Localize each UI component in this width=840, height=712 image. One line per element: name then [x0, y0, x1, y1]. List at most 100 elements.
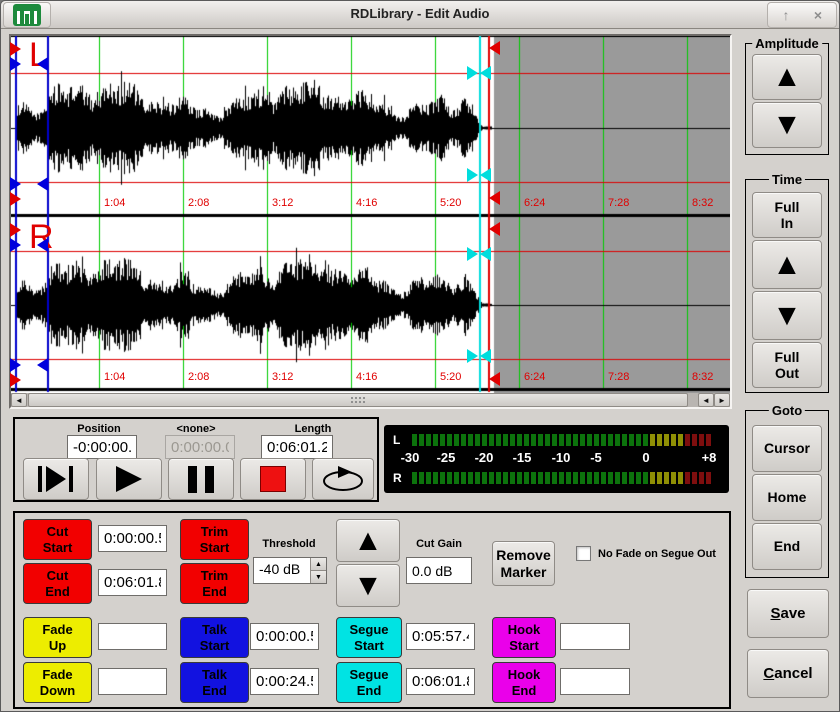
cut-end-button[interactable]: Cut End: [23, 563, 92, 604]
segue-end-button[interactable]: Segue End: [336, 662, 402, 703]
time-zoom-out-button[interactable]: ▼: [752, 291, 822, 340]
shade-button[interactable]: ↑: [774, 4, 798, 26]
cut-end-marker-icon[interactable]: [489, 191, 500, 205]
meter-segment: [489, 472, 494, 484]
cut-start-marker-icon[interactable]: [10, 42, 21, 56]
goto-cursor-button[interactable]: Cursor: [752, 425, 822, 472]
cut-end-marker-icon[interactable]: [489, 372, 500, 386]
waveform-display[interactable]: L R 1:042:083:124:165:206:247:288:32 1:0…: [11, 36, 730, 393]
time-full-in-button[interactable]: Full In: [752, 192, 822, 238]
talk-start-marker-icon[interactable]: [10, 238, 21, 252]
talk-start-field[interactable]: [250, 623, 319, 650]
threshold-value[interactable]: -40 dB: [254, 558, 310, 583]
cancel-button[interactable]: Cancel: [747, 649, 829, 698]
time-full-out-button[interactable]: Full Out: [752, 342, 822, 388]
meter-segment: [573, 472, 578, 484]
cut-start-marker-icon[interactable]: [10, 373, 21, 387]
cut-start-marker-icon[interactable]: [10, 223, 21, 237]
goto-home-button[interactable]: Home: [752, 474, 822, 521]
talk-start-button[interactable]: Talk Start: [180, 617, 249, 658]
talk-start-marker-icon[interactable]: [10, 57, 21, 71]
time-zoom-in-button[interactable]: ▲: [752, 240, 822, 289]
talk-start-marker-icon[interactable]: [10, 177, 21, 191]
segue-start-marker-icon[interactable]: [467, 349, 478, 363]
talk-end-button[interactable]: Talk End: [180, 662, 249, 703]
segue-start-marker-icon[interactable]: [480, 66, 491, 80]
hook-start-field[interactable]: [560, 623, 630, 650]
remove-marker-button[interactable]: Remove Marker: [492, 541, 555, 586]
gain-up-button[interactable]: ▲: [336, 519, 400, 562]
stop-button[interactable]: [240, 458, 306, 500]
close-button[interactable]: ×: [806, 4, 830, 26]
position-field[interactable]: [67, 435, 137, 459]
talk-end-marker-icon[interactable]: [37, 177, 48, 191]
scrollbar-thumb[interactable]: [28, 393, 688, 407]
segue-start-marker-icon[interactable]: [480, 168, 491, 182]
trim-end-button[interactable]: Trim End: [180, 563, 249, 604]
meter-segment: [454, 472, 459, 484]
meter-segment: [678, 472, 683, 484]
gain-down-button[interactable]: ▼: [336, 564, 400, 607]
scrollbar-left-button-2[interactable]: ◄: [698, 393, 714, 407]
hook-end-field[interactable]: [560, 668, 630, 695]
play-from-start-button[interactable]: [23, 458, 89, 500]
segue-start-field[interactable]: [406, 623, 475, 650]
fade-down-button[interactable]: Fade Down: [23, 662, 92, 703]
hook-start-button[interactable]: Hook Start: [492, 617, 556, 658]
spin-down-icon: ▼: [315, 574, 322, 581]
talk-end-marker-icon[interactable]: [37, 57, 48, 71]
length-field[interactable]: [261, 435, 333, 459]
cut-end-marker-icon[interactable]: [489, 222, 500, 236]
loop-button[interactable]: [312, 458, 374, 500]
meter-segment: [496, 434, 501, 446]
segue-start-marker-icon[interactable]: [467, 66, 478, 80]
position-label: Position: [64, 423, 134, 435]
scrollbar-track[interactable]: [27, 393, 698, 407]
cut-start-button[interactable]: Cut Start: [23, 519, 92, 560]
talk-end-marker-icon[interactable]: [37, 358, 48, 372]
meter-segment: [440, 434, 445, 446]
meter-segment: [545, 472, 550, 484]
cut-end-field[interactable]: [98, 569, 167, 596]
meter-segment: [510, 434, 515, 446]
scrollbar-right-button[interactable]: ►: [714, 393, 730, 407]
no-fade-checkbox[interactable]: [576, 546, 591, 561]
length-label: Length: [278, 423, 348, 435]
scrollbar-left-button[interactable]: ◄: [11, 393, 27, 407]
meter-segment: [580, 472, 585, 484]
threshold-spinbox[interactable]: -40 dB ▲ ▼: [253, 557, 327, 584]
segue-start-button[interactable]: Segue Start: [336, 617, 402, 658]
segue-start-marker-icon[interactable]: [467, 247, 478, 261]
no-fade-checkbox-label: No Fade on Segue Out: [598, 548, 716, 560]
fade-down-field[interactable]: [98, 668, 167, 695]
segue-end-field[interactable]: [406, 668, 475, 695]
save-button[interactable]: Save: [747, 589, 829, 638]
cut-gain-field[interactable]: [406, 557, 472, 584]
talk-end-marker-icon[interactable]: [37, 238, 48, 252]
segue-start-marker-icon[interactable]: [480, 247, 491, 261]
cut-end-marker-icon[interactable]: [489, 41, 500, 55]
waveform-scrollbar[interactable]: ◄ ◄ ►: [11, 393, 730, 407]
cut-start-field[interactable]: [98, 525, 167, 552]
amplitude-up-button[interactable]: ▲: [752, 54, 822, 100]
segue-start-marker-icon[interactable]: [467, 168, 478, 182]
meter-segment: [419, 434, 424, 446]
goto-end-button[interactable]: End: [752, 523, 822, 570]
cut-start-marker-icon[interactable]: [10, 192, 21, 206]
pause-button[interactable]: [168, 458, 234, 500]
fade-up-button[interactable]: Fade Up: [23, 617, 92, 658]
talk-start-marker-icon[interactable]: [10, 358, 21, 372]
threshold-spin-up-button[interactable]: ▲: [311, 558, 326, 571]
play-button[interactable]: [96, 458, 162, 500]
meter-segment: [503, 472, 508, 484]
close-icon: ×: [814, 7, 822, 23]
talk-end-field[interactable]: [250, 668, 319, 695]
waveform-canvas[interactable]: [11, 36, 730, 393]
fade-up-field[interactable]: [98, 623, 167, 650]
segue-start-marker-icon[interactable]: [480, 349, 491, 363]
amplitude-down-button[interactable]: ▼: [752, 102, 822, 148]
trim-start-button[interactable]: Trim Start: [180, 519, 249, 560]
threshold-spin-down-button[interactable]: ▼: [311, 571, 326, 583]
meter-segment: [412, 472, 417, 484]
hook-end-button[interactable]: Hook End: [492, 662, 556, 703]
